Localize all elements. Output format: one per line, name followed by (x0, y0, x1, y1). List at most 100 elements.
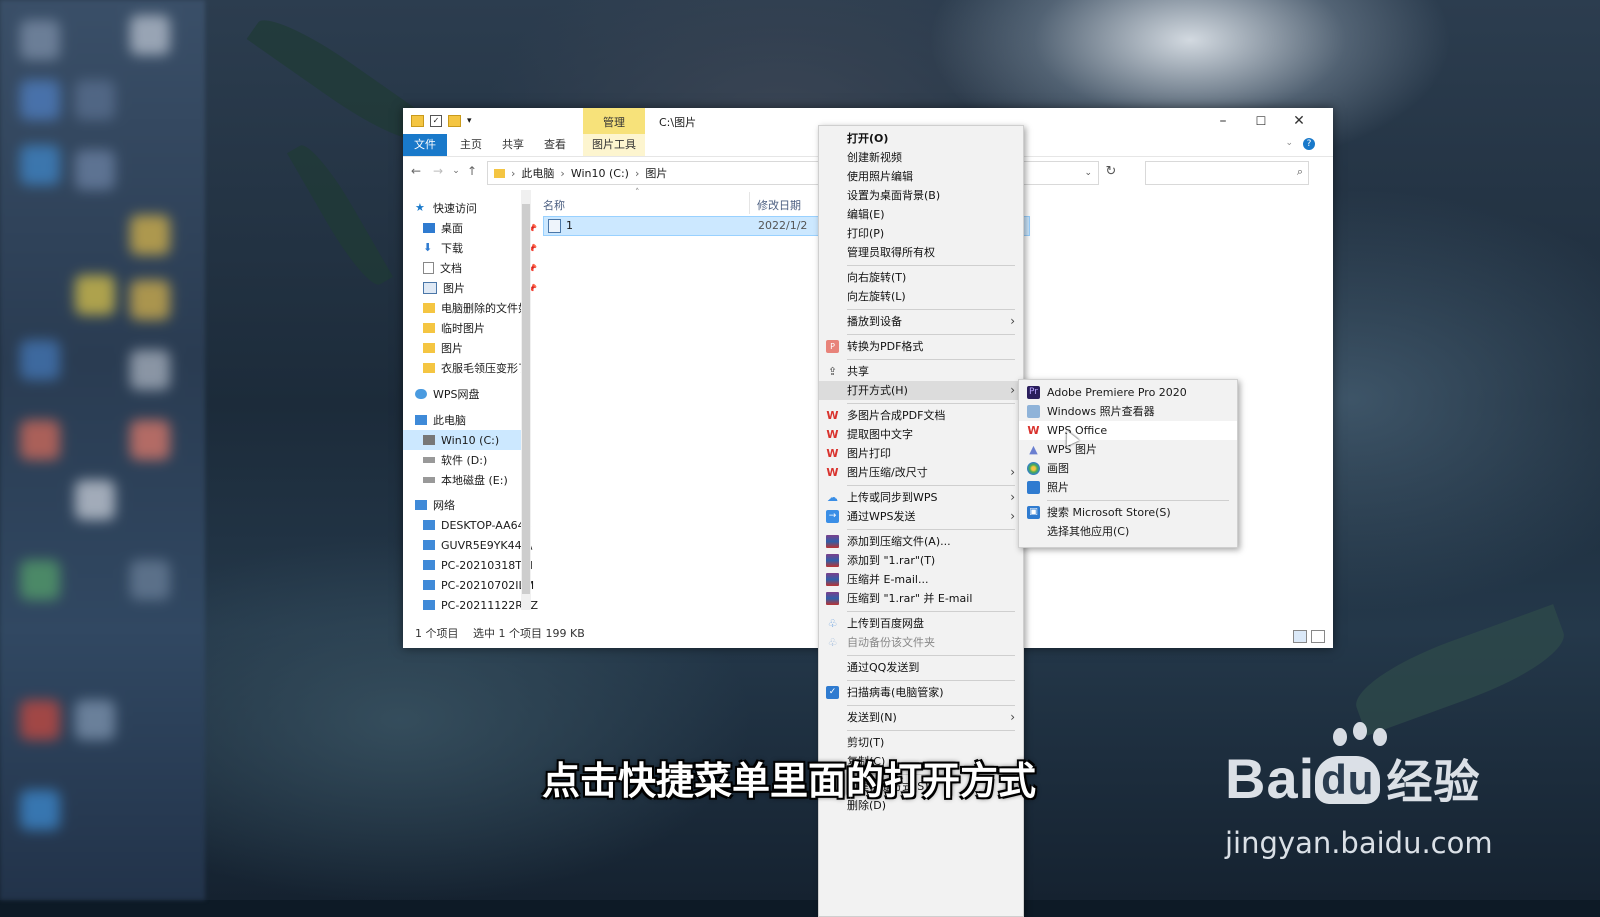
submenu-item-wps-picture[interactable]: ▲ WPS 图片 (1019, 440, 1237, 459)
recent-locations-icon[interactable]: ⌄ (449, 164, 463, 178)
tab-home[interactable]: 主页 (453, 134, 489, 156)
submenu-item-choose-other[interactable]: 选择其他应用(C) (1019, 522, 1237, 541)
details-view-icon[interactable] (1293, 630, 1307, 643)
menu-item-compress-rar-email[interactable]: 压缩到 "1.rar" 并 E-mail (819, 589, 1023, 608)
menu-item-print[interactable]: 打印(P) (819, 224, 1023, 243)
search-input[interactable]: ⌕ (1145, 161, 1309, 185)
menu-separator (847, 655, 1015, 656)
submenu-item-paint[interactable]: 画图 (1019, 459, 1237, 478)
customize-toolbar-icon[interactable]: ▾ (467, 116, 472, 126)
network-icon (415, 500, 427, 510)
column-header-name[interactable]: 名称 (543, 197, 565, 213)
breadcrumb-drive-c[interactable]: Win10 (C:) (571, 167, 629, 180)
up-arrow-icon[interactable]: ↑ (465, 164, 479, 178)
nav-label: GUVR5E9YK440\ (441, 538, 533, 552)
blurred-icon (75, 480, 115, 520)
address-dropdown-icon[interactable]: ⌄ (1084, 168, 1092, 178)
properties-icon[interactable]: ✓ (430, 115, 442, 127)
blurred-icon (20, 420, 60, 460)
scroll-thumb[interactable] (522, 204, 530, 594)
menu-item-set-wallpaper[interactable]: 设置为桌面背景(B) (819, 186, 1023, 205)
menu-item-merge-pdf[interactable]: W 多图片合成PDF文档 (819, 406, 1023, 425)
new-folder-icon[interactable] (448, 115, 461, 127)
chevron-right-icon: › (1010, 465, 1015, 479)
nav-wps-drive[interactable]: WPS网盘 (415, 384, 533, 404)
menu-item-add-to-archive[interactable]: 添加到压缩文件(A)... (819, 532, 1023, 551)
nav-quick-access[interactable]: ★ 快速访问 (415, 198, 533, 218)
menu-item-create-video[interactable]: 创建新视频 (819, 148, 1023, 167)
menu-item-convert-pdf[interactable]: P 转换为PDF格式 (819, 337, 1023, 356)
drive-icon (423, 457, 435, 463)
expand-ribbon-icon[interactable]: ⌄ (1285, 138, 1293, 148)
minimize-button[interactable]: – (1205, 110, 1241, 132)
menu-item-cast-to-device[interactable]: 播放到设备 › (819, 312, 1023, 331)
forward-arrow-icon[interactable]: → (431, 164, 445, 178)
submenu-item-wps-office[interactable]: W WPS Office (1019, 421, 1237, 440)
breadcrumb-pictures[interactable]: 图片 (645, 165, 667, 181)
menu-item-upload-baidu[interactable]: ♧ 上传到百度网盘 (819, 614, 1023, 633)
baidu-logo: Bai du 经验 (1225, 746, 1480, 812)
menu-item-extract-text[interactable]: W 提取图中文字 (819, 425, 1023, 444)
nav-label: WPS网盘 (433, 388, 480, 401)
wps-icon: W (826, 466, 839, 479)
menu-item-rotate-right[interactable]: 向右旋转(T) (819, 268, 1023, 287)
menu-item-open-with[interactable]: 打开方式(H) › (819, 381, 1023, 400)
premiere-icon: Pr (1027, 386, 1040, 399)
menu-label: 上传或同步到WPS (847, 491, 938, 504)
menu-item-upload-wps[interactable]: ☁ 上传或同步到WPS › (819, 488, 1023, 507)
watermark-url: jingyan.baidu.com (1225, 826, 1493, 860)
menu-item-compress-resize[interactable]: W 图片压缩/改尺寸 › (819, 463, 1023, 482)
close-button[interactable]: ✕ (1281, 110, 1317, 132)
menu-item-scan-virus[interactable]: ✓ 扫描病毒(电脑管家) (819, 683, 1023, 702)
submenu-label: WPS 图片 (1047, 443, 1097, 456)
refresh-icon[interactable]: ↻ (1099, 161, 1123, 185)
large-icons-view-icon[interactable] (1311, 630, 1325, 643)
tab-picture-tools[interactable]: 图片工具 (583, 134, 645, 156)
computer-icon (423, 600, 435, 610)
submenu-item-premiere[interactable]: Pr Adobe Premiere Pro 2020 (1019, 383, 1237, 402)
menu-item-share[interactable]: ⇪ 共享 (819, 362, 1023, 381)
nav-label: 此电脑 (433, 414, 466, 427)
column-header-date[interactable]: 修改日期 (757, 197, 801, 213)
tab-file[interactable]: 文件 (403, 134, 447, 156)
nav-label: 本地磁盘 (E:) (441, 474, 508, 487)
maximize-button[interactable]: ☐ (1243, 110, 1279, 132)
open-with-submenu: Pr Adobe Premiere Pro 2020 Windows 照片查看器 … (1018, 379, 1238, 548)
winrar-icon (826, 592, 839, 605)
menu-label: 多图片合成PDF文档 (847, 409, 946, 422)
blurred-icon (130, 15, 170, 55)
menu-item-edit-with-photos[interactable]: 使用照片编辑 (819, 167, 1023, 186)
nav-label: DESKTOP-AA644 (441, 518, 532, 532)
nav-drive-c[interactable]: Win10 (C:) (403, 430, 521, 450)
breadcrumb-this-pc[interactable]: 此电脑 (521, 165, 554, 181)
menu-item-open[interactable]: 打开(O) (819, 129, 1023, 148)
window-title: C:\图片 (659, 116, 697, 129)
tab-view[interactable]: 查看 (537, 134, 573, 156)
menu-item-send-via-wps[interactable]: → 通过WPS发送 › (819, 507, 1023, 526)
menu-item-image-print[interactable]: W 图片打印 (819, 444, 1023, 463)
menu-separator (847, 485, 1015, 486)
help-icon[interactable]: ? (1303, 138, 1315, 150)
nav-this-pc[interactable]: 此电脑 (415, 410, 533, 430)
menu-item-add-to-rar[interactable]: 添加到 "1.rar"(T) (819, 551, 1023, 570)
winrar-icon (826, 554, 839, 567)
computer-icon (423, 580, 435, 590)
menu-item-send-to[interactable]: 发送到(N) › (819, 708, 1023, 727)
submenu-item-search-store[interactable]: ▣ 搜索 Microsoft Store(S) (1019, 503, 1237, 522)
ribbon-context-group[interactable]: 管理 (583, 108, 645, 134)
menu-item-send-qq[interactable]: 通过QQ发送到 (819, 658, 1023, 677)
menu-separator (847, 309, 1015, 310)
submenu-item-photo-viewer[interactable]: Windows 照片查看器 (1019, 402, 1237, 421)
menu-item-edit[interactable]: 编辑(E) (819, 205, 1023, 224)
menu-item-compress-email[interactable]: 压缩并 E-mail... (819, 570, 1023, 589)
tab-share[interactable]: 共享 (495, 134, 531, 156)
menu-item-auto-backup[interactable]: ♧ 自动备份该文件夹 (819, 633, 1023, 652)
cloud-upload-icon: ☁ (827, 491, 838, 504)
nav-scrollbar[interactable] (521, 190, 531, 610)
menu-item-take-ownership[interactable]: 管理员取得所有权 (819, 243, 1023, 262)
nav-network[interactable]: 网络 (415, 495, 533, 515)
back-arrow-icon[interactable]: ← (409, 164, 423, 178)
navigation-pane: ★ 快速访问 桌面 📌 ⬇ 下载 📌 文档 📌 图片 📌 电脑删除的文件如 临时… (403, 188, 538, 634)
menu-item-rotate-left[interactable]: 向左旋转(L) (819, 287, 1023, 306)
submenu-item-photos[interactable]: 照片 (1019, 478, 1237, 497)
